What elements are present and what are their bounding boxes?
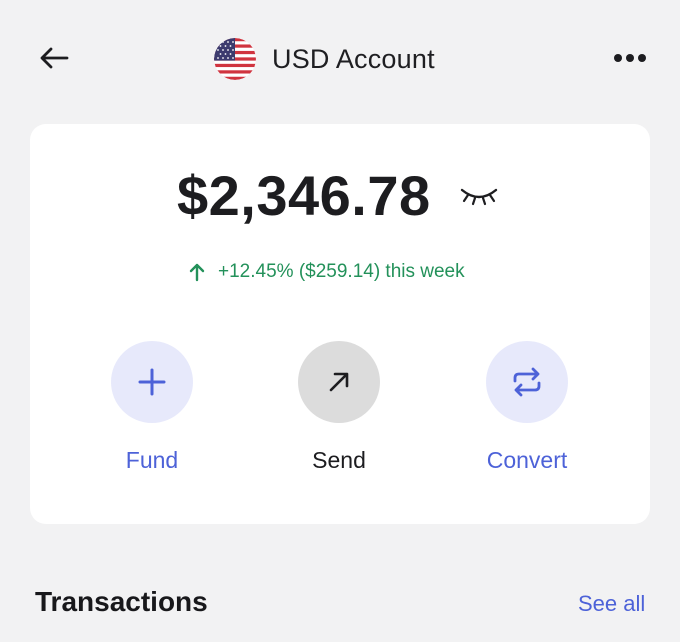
balance-change-text: +12.45% ($259.14) this week (218, 261, 465, 282)
send-button[interactable]: Send (264, 341, 414, 481)
more-options-button[interactable] (610, 44, 650, 72)
arrow-up-icon (189, 263, 205, 282)
convert-icon-circle (486, 341, 568, 423)
arrow-up-right-icon (329, 372, 349, 392)
convert-button[interactable]: Convert (452, 341, 602, 481)
plus-icon (138, 368, 166, 396)
fund-label: Fund (125, 447, 179, 473)
app-header: USD Account (0, 0, 680, 118)
back-button[interactable] (36, 40, 72, 76)
convert-arrows-icon (513, 367, 541, 397)
send-icon-circle (298, 341, 380, 423)
balance-change: +12.45% ($259.14) this week (188, 258, 465, 286)
more-horizontal-icon (614, 54, 646, 62)
eye-closed-icon (460, 188, 498, 206)
transactions-heading: Transactions (35, 586, 208, 617)
arrow-left-icon (40, 47, 69, 69)
fund-icon-circle (111, 341, 193, 423)
fund-button[interactable]: Fund (77, 341, 227, 481)
toggle-balance-visibility-button[interactable] (456, 178, 502, 214)
balance-row: $2,346.78 (0, 160, 680, 232)
account-title-group: USD Account (214, 36, 435, 82)
balance-amount: $2,346.78 (177, 164, 431, 227)
send-label: Send (312, 447, 366, 473)
page-title: USD Account (272, 43, 435, 74)
convert-label: Convert (486, 447, 568, 473)
us-flag-icon (214, 38, 256, 80)
see-all-link[interactable]: See all (578, 591, 645, 617)
